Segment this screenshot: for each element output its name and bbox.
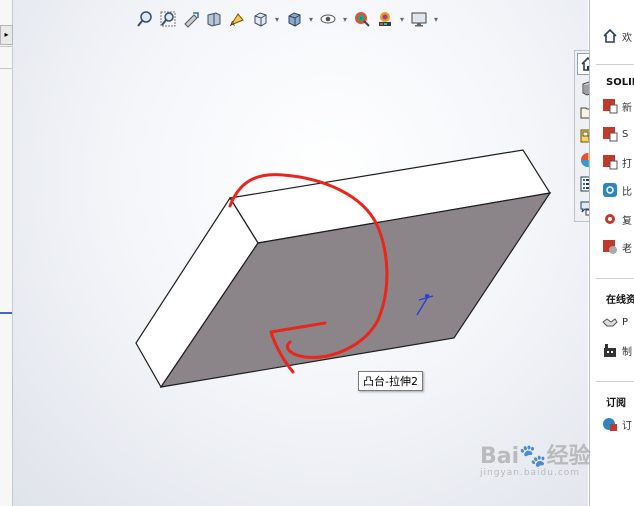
resource-item[interactable]: 制 bbox=[602, 342, 632, 358]
left-feature-manager-strip: ▸ • bbox=[0, 0, 24, 506]
divider bbox=[0, 68, 12, 69]
divider bbox=[596, 278, 634, 279]
resource-item[interactable]: 比 bbox=[602, 182, 632, 198]
copy-settings-icon bbox=[602, 211, 618, 227]
resource-item[interactable]: 订 bbox=[602, 416, 632, 432]
graphics-area[interactable]: A ▾ ▾ ▾ ▾ ▾ 凸台-拉伸2 bbox=[13, 0, 602, 506]
manufacturing-icon bbox=[602, 342, 618, 358]
divider bbox=[0, 46, 12, 47]
section-heading: SOLID bbox=[606, 77, 634, 88]
3d-model[interactable] bbox=[13, 0, 588, 506]
home-icon bbox=[602, 28, 618, 44]
resource-item[interactable]: 新 bbox=[602, 98, 632, 114]
open-document-icon bbox=[602, 154, 618, 170]
compare-icon bbox=[602, 182, 618, 198]
selection-indicator bbox=[0, 312, 12, 314]
baidu-jingyan-watermark: Bai🐾经验 jingyan.baidu.com bbox=[480, 444, 591, 478]
divider bbox=[596, 64, 634, 65]
solidworks-tutorial-icon bbox=[602, 126, 618, 142]
section-heading: 订阅 bbox=[606, 398, 626, 409]
user-account-icon bbox=[602, 239, 618, 255]
new-document-icon bbox=[602, 98, 618, 114]
resource-item[interactable]: S bbox=[602, 126, 628, 142]
resource-item[interactable]: 老 bbox=[602, 239, 632, 255]
home-header: 欢 bbox=[602, 28, 632, 44]
feature-tooltip: 凸台-拉伸2 bbox=[358, 371, 423, 391]
expand-arrow-icon[interactable]: ▸ bbox=[0, 25, 13, 45]
resource-item[interactable]: 打 bbox=[602, 154, 632, 170]
divider bbox=[596, 381, 634, 382]
handshake-icon bbox=[602, 314, 618, 330]
resource-item[interactable]: 复 bbox=[602, 211, 632, 227]
paw-icon: 🐾 bbox=[519, 444, 547, 469]
task-pane-resources: 欢 SOLID 新 S 打 比 复 老 在线资 P 制 订阅 订 bbox=[589, 0, 634, 506]
home-label: 欢 bbox=[622, 32, 632, 44]
subscription-icon bbox=[602, 416, 618, 432]
resource-item[interactable]: P bbox=[602, 314, 628, 330]
section-heading: 在线资 bbox=[606, 295, 634, 306]
